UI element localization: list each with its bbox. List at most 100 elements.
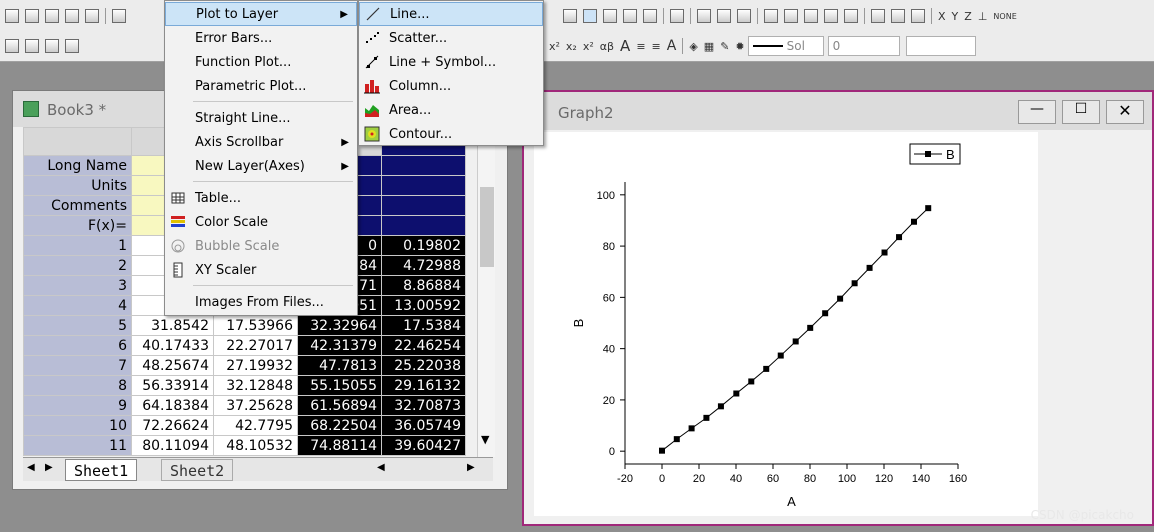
menu-item-xy-scaler[interactable]: XY Scaler <box>165 258 357 282</box>
copy-page-icon[interactable] <box>65 39 79 53</box>
new-project-icon[interactable] <box>5 9 19 23</box>
filter-off-icon[interactable] <box>891 9 905 23</box>
table-cell[interactable]: 72.26624 <box>131 415 214 436</box>
row-number[interactable]: 8 <box>23 375 132 396</box>
filter-edit-icon[interactable] <box>911 9 925 23</box>
add-layer-icon[interactable] <box>670 9 684 23</box>
menu-item-new-layer-axes[interactable]: New Layer(Axes) ▶ <box>165 154 357 178</box>
table-cell[interactable]: 55.15055 <box>297 375 382 396</box>
table-cell[interactable]: 37.25628 <box>213 395 298 416</box>
row-number[interactable]: 9 <box>23 395 132 416</box>
submenu-item-scatter[interactable]: Scatter... <box>359 26 543 50</box>
row-number[interactable]: 1 <box>23 235 132 256</box>
superscript-icon[interactable]: x² <box>549 40 560 53</box>
row-number[interactable]: 5 <box>23 315 132 336</box>
new-graph-icon[interactable] <box>45 9 59 23</box>
table-cell[interactable]: 32.12848 <box>213 375 298 396</box>
new-workbook-icon[interactable] <box>25 9 39 23</box>
menu-item-axis-scrollbar[interactable]: Axis Scrollbar ▶ <box>165 130 357 154</box>
row-number[interactable]: 10 <box>23 415 132 436</box>
table-cell[interactable]: 32.70873 <box>381 395 466 416</box>
label-cell[interactable] <box>381 195 466 216</box>
label-icon[interactable]: ⊥ <box>978 10 988 23</box>
row-number[interactable]: 6 <box>23 335 132 356</box>
filter-icon[interactable] <box>871 9 885 23</box>
table-cell[interactable]: 47.7813 <box>297 355 382 376</box>
sheet-tab-sheet1[interactable]: Sheet1 <box>65 459 138 481</box>
menu-item-images-from-files[interactable]: Images From Files... <box>165 290 357 314</box>
row-label[interactable]: Comments <box>23 195 132 216</box>
menu-item-error-bars[interactable]: Error Bars... <box>165 26 357 50</box>
label-cell[interactable] <box>381 155 466 176</box>
line-width-select[interactable]: 0 <box>827 36 900 56</box>
table-tool-icon[interactable] <box>603 9 617 23</box>
data-reader-icon[interactable] <box>583 9 597 23</box>
scroll-right-icon[interactable]: ▶ <box>467 462 475 473</box>
align-center-icon[interactable]: ≡ <box>652 40 661 53</box>
scroll-left-icon[interactable]: ◀ <box>377 462 385 473</box>
table-cell[interactable]: 36.05749 <box>381 415 466 436</box>
table-cell[interactable]: 0.19802 <box>381 235 466 256</box>
superscript-both-icon[interactable]: x² <box>583 40 594 53</box>
stacked-icon[interactable] <box>824 9 838 23</box>
table-cell[interactable]: 8.86884 <box>381 275 466 296</box>
row-label[interactable]: F(x)= <box>23 215 132 236</box>
submenu-item-contour[interactable]: Contour... <box>359 122 543 146</box>
pattern-icon[interactable]: ▦ <box>704 40 714 53</box>
scrollbar-thumb[interactable] <box>480 187 494 267</box>
table-cell[interactable]: 22.46254 <box>381 335 466 356</box>
column-chart-icon[interactable] <box>804 9 818 23</box>
menu-item-straight-line[interactable]: Straight Line... <box>165 106 357 130</box>
bar-chart-icon[interactable] <box>784 9 798 23</box>
label-cell[interactable] <box>381 215 466 236</box>
row-number[interactable]: 7 <box>23 355 132 376</box>
stats-icon[interactable] <box>697 9 711 23</box>
greek-icon[interactable]: αβ <box>600 40 614 53</box>
table-cell[interactable]: 68.22504 <box>297 415 382 436</box>
menu-item-table[interactable]: Table... <box>165 186 357 210</box>
sort-icon[interactable] <box>737 9 751 23</box>
align-left-icon[interactable]: ≡ <box>636 40 645 53</box>
row-number[interactable]: 11 <box>23 435 132 456</box>
table-cell[interactable]: 40.17433 <box>131 335 214 356</box>
row-label[interactable]: Units <box>23 175 132 196</box>
row-number[interactable]: 2 <box>23 255 132 276</box>
submenu-item-area[interactable]: Area... <box>359 98 543 122</box>
table-cell[interactable]: 31.8542 <box>131 315 214 336</box>
graph-page[interactable]: -20 0 20 40 60 80 100 120 140 160 0 20 40 60 80 100 A B B <box>534 132 1038 516</box>
submenu-item-line[interactable]: Line... <box>359 2 543 26</box>
table-cell[interactable]: 39.60427 <box>381 435 466 456</box>
sum-icon[interactable] <box>717 9 731 23</box>
minimize-button[interactable]: — <box>1018 100 1056 124</box>
table-cell[interactable]: 56.33914 <box>131 375 214 396</box>
color-select[interactable] <box>905 36 976 56</box>
merge-icon[interactable] <box>25 39 39 53</box>
table-cell[interactable]: 74.88114 <box>297 435 382 456</box>
fill-color-icon[interactable]: ◈ <box>689 40 697 53</box>
label-cell[interactable] <box>381 175 466 196</box>
table-cell[interactable]: 13.00592 <box>381 295 466 316</box>
histogram-icon[interactable] <box>764 9 778 23</box>
submenu-item-column[interactable]: Column... <box>359 74 543 98</box>
brightness-icon[interactable]: ✹ <box>735 40 744 53</box>
open-folder-icon[interactable] <box>112 9 126 23</box>
table-cell[interactable]: 64.18384 <box>131 395 214 416</box>
zoom-icon[interactable] <box>563 9 577 23</box>
table-cell[interactable]: 17.53966 <box>213 315 298 336</box>
line-chart[interactable]: -20 0 20 40 60 80 100 120 140 160 0 20 40 60 80 100 A B B <box>534 132 1038 516</box>
row-number[interactable]: 4 <box>23 295 132 316</box>
menu-item-color-scale[interactable]: Color Scale <box>165 210 357 234</box>
none-label[interactable]: NONE <box>993 12 1016 21</box>
increase-font-icon[interactable]: A <box>620 37 630 55</box>
font-color-icon[interactable]: A <box>667 38 677 54</box>
table-cell[interactable]: 25.22038 <box>381 355 466 376</box>
grid-corner[interactable] <box>23 127 132 156</box>
subscript-icon[interactable]: x₂ <box>566 40 577 53</box>
new-matrix-icon[interactable] <box>65 9 79 23</box>
table-cell[interactable]: 4.72988 <box>381 255 466 276</box>
table-cell[interactable]: 61.56894 <box>297 395 382 416</box>
maximize-button[interactable]: ☐ <box>1062 100 1100 124</box>
first-sheet-icon[interactable]: ◀ <box>27 462 35 473</box>
line-style-select[interactable]: Sol <box>747 36 824 56</box>
layers-icon[interactable] <box>5 39 19 53</box>
